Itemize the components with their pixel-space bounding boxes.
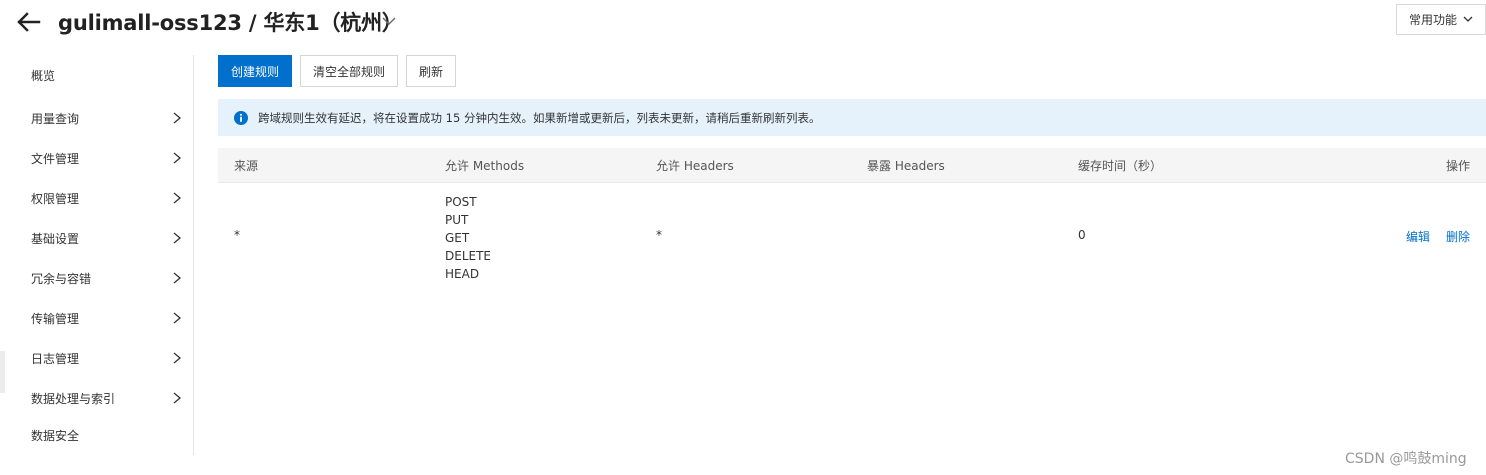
chevron-right-icon [173, 312, 182, 324]
sidebar-item-usage[interactable]: 用量查询 [31, 106, 186, 130]
column-header-allow-headers: 允许 Headers [656, 159, 734, 173]
column-header-cache-time: 缓存时间（秒） [1078, 159, 1163, 173]
page-title: gulimall-oss123 / 华东1（杭州） [58, 11, 403, 35]
common-functions-label: 常用功能 [1408, 13, 1457, 27]
cell-cache-time: 0 [1078, 228, 1086, 242]
sidebar-item-permissions[interactable]: 权限管理 [31, 186, 186, 210]
sidebar-item-label: 概览 [31, 68, 56, 83]
sidebar-item-label: 基础设置 [31, 231, 80, 246]
chevron-right-icon [173, 392, 182, 404]
column-header-actions: 操作 [1445, 159, 1470, 173]
sidebar-item-label: 传输管理 [31, 311, 80, 326]
sidebar-item-label: 日志管理 [31, 351, 80, 366]
chevron-right-icon [173, 192, 182, 204]
sidebar-item-files[interactable]: 文件管理 [31, 146, 186, 170]
sidebar-item-redundancy[interactable]: 冗余与容错 [31, 266, 186, 290]
method-item: DELETE [445, 249, 492, 263]
table-header: 来源 允许 Methods 允许 Headers 暴露 Headers 缓存时间… [218, 148, 1486, 183]
sidebar-item-label: 用量查询 [31, 111, 80, 126]
info-icon [234, 110, 248, 125]
sidebar-item-label: 权限管理 [31, 191, 80, 206]
cell-methods: POST PUT GET DELETE HEAD [445, 193, 491, 283]
cell-source: * [234, 228, 240, 242]
cell-allow-headers: * [656, 228, 662, 242]
sidebar-scroll-marker [0, 351, 5, 393]
back-arrow-icon[interactable] [14, 10, 42, 34]
chevron-down-icon[interactable] [380, 12, 398, 30]
clear-all-rules-button[interactable]: 清空全部规则 [300, 55, 398, 87]
info-notice: 跨域规则生效有延迟，将在设置成功 15 分钟内生效。如果新增或更新后，列表未更新… [218, 99, 1486, 136]
chevron-right-icon [173, 232, 182, 244]
sidebar-item-data-processing[interactable]: 数据处理与索引 [31, 386, 186, 410]
chevron-down-icon [1463, 13, 1473, 27]
sidebar-item-logs[interactable]: 日志管理 [31, 346, 186, 370]
sidebar-item-basic-settings[interactable]: 基础设置 [31, 226, 186, 250]
sidebar-item-label: 数据处理与索引 [31, 391, 116, 406]
chevron-right-icon [173, 352, 182, 364]
sidebar-item-transfer[interactable]: 传输管理 [31, 306, 186, 330]
sidebar-item-label: 冗余与容错 [31, 271, 92, 286]
column-header-source: 来源 [234, 159, 259, 173]
delete-link[interactable]: 删除 [1446, 228, 1470, 245]
method-item: PUT [445, 213, 469, 227]
chevron-right-icon [173, 272, 182, 284]
common-functions-button[interactable]: 常用功能 [1396, 4, 1486, 35]
method-item: GET [445, 231, 470, 245]
sidebar-item-label: 文件管理 [31, 151, 80, 166]
notice-text: 跨域规则生效有延迟，将在设置成功 15 分钟内生效。如果新增或更新后，列表未更新… [258, 110, 821, 125]
sidebar-item-overview[interactable]: 概览 [31, 63, 186, 87]
table-row: * POST PUT GET DELETE HEAD * 0 编辑 删除 [218, 183, 1486, 289]
edit-link[interactable]: 编辑 [1406, 228, 1430, 245]
column-header-expose-headers: 暴露 Headers [867, 159, 945, 173]
sidebar-item-label: 数据安全 [31, 428, 80, 443]
chevron-right-icon [173, 152, 182, 164]
refresh-button[interactable]: 刷新 [406, 55, 456, 87]
sidebar-item-data-security[interactable]: 数据安全 [31, 423, 186, 447]
method-item: POST [445, 195, 477, 209]
method-item: HEAD [445, 267, 480, 281]
watermark: CSDN @鸣鼓ming [1345, 451, 1467, 467]
sidebar: 概览 用量查询 文件管理 权限管理 基础设置 冗余与容错 传输管理 日志管理 数… [0, 55, 194, 455]
chevron-right-icon [173, 112, 182, 124]
create-rule-button[interactable]: 创建规则 [218, 55, 292, 87]
column-header-methods: 允许 Methods [445, 159, 525, 173]
